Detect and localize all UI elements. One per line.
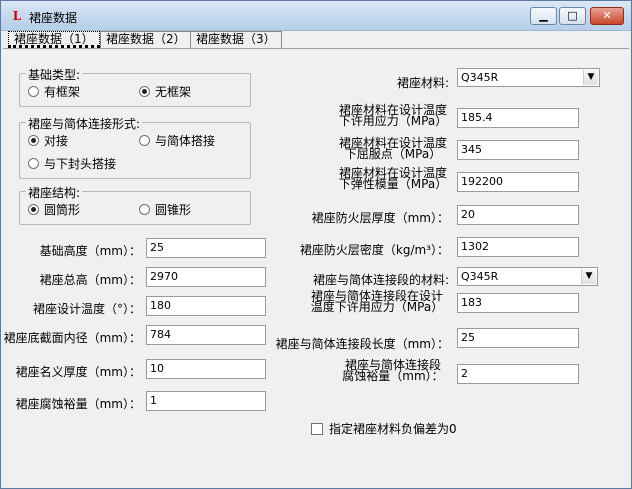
radio-off-icon: [139, 135, 150, 146]
skirt-material-label: 裙座材料:: [396, 76, 449, 90]
radio-lap-head[interactable]: 与下封头搭接: [28, 157, 116, 171]
yield-point-label: 裙座材料在设计温度 下屈服点（MPa）: [338, 136, 447, 161]
foundation-height-input[interactable]: 25: [146, 238, 266, 258]
connection-length-label: 裙座与简体连接段长度（mm）：: [275, 337, 449, 351]
foundation-height-label: 基础高度（mm）：: [39, 244, 141, 258]
elastic-modulus-label: 裙座材料在设计温度 下弹性模量（MPa）: [338, 166, 448, 191]
connection-length-input[interactable]: 25: [457, 328, 579, 348]
yield-point-input[interactable]: 345: [457, 140, 579, 160]
connection-stress-label: 裙座与简体连接段在设计 温度下许用应力（MPa）: [310, 289, 444, 314]
skirt-material-select[interactable]: Q345R ▼: [457, 68, 600, 87]
radio-with-frame[interactable]: 有框架: [28, 85, 80, 99]
maximize-icon: □: [567, 9, 578, 22]
skirt-total-height-label: 裙座总高（mm）：: [39, 273, 141, 287]
radio-off-icon: [28, 158, 39, 169]
fireproof-density-input[interactable]: 1302: [457, 237, 579, 257]
negative-deviation-label: 指定裙座材料负偏差为0: [329, 422, 457, 436]
radio-on-icon: [28, 135, 39, 146]
connection-corrosion-input[interactable]: 2: [457, 364, 579, 384]
app-icon: L: [12, 9, 22, 23]
skirt-bottom-diameter-label: 裙座底截面内径（mm）：: [3, 331, 141, 345]
elastic-modulus-input[interactable]: 192200: [457, 172, 579, 192]
fireproof-thickness-input[interactable]: 20: [457, 205, 579, 225]
connection-corrosion-label: 裙座与简体连接段 腐蚀裕量（mm）：: [342, 358, 444, 383]
radio-lap-shell[interactable]: 与简体搭接: [139, 134, 215, 148]
connection-material-select[interactable]: Q345R ▼: [457, 267, 598, 286]
radio-on-icon: [139, 86, 150, 97]
close-button[interactable]: ✕: [590, 7, 624, 25]
minimize-button[interactable]: ▁: [530, 7, 557, 25]
skirt-nominal-thickness-label: 裙座名义厚度（mm）：: [15, 365, 141, 379]
radio-cylindrical[interactable]: 圆筒形: [28, 203, 80, 217]
radio-on-icon: [28, 204, 39, 215]
skirt-bottom-diameter-input[interactable]: 784: [146, 325, 266, 345]
maximize-button[interactable]: □: [559, 7, 586, 25]
radio-conical[interactable]: 圆锥形: [139, 203, 191, 217]
main-window: L 裙座数据 ▁ □ ✕ 裙座数据（1） 裙座数据（2） 裙座数据（3） 基础类…: [0, 0, 632, 489]
connection-stress-input[interactable]: 183: [457, 293, 579, 313]
close-icon: ✕: [602, 9, 612, 22]
radio-without-frame[interactable]: 无框架: [139, 85, 191, 99]
skirt-structure-legend: 裙座结构:: [26, 184, 83, 201]
fireproof-thickness-label: 裙座防火层厚度（mm）：: [311, 211, 449, 225]
tab-skirt-data-2[interactable]: 裙座数据（2）: [100, 31, 192, 48]
connection-form-legend: 裙座与简体连接形式:: [26, 115, 143, 132]
minimize-icon: ▁: [539, 9, 548, 22]
negative-deviation-checkbox[interactable]: 指定裙座材料负偏差为0: [311, 422, 457, 436]
checkbox-unchecked-icon: [311, 423, 323, 435]
skirt-nominal-thickness-input[interactable]: 10: [146, 359, 266, 379]
chevron-down-icon[interactable]: ▼: [581, 269, 596, 284]
fireproof-density-label: 裙座防火层密度（kg/m³）：: [299, 243, 449, 257]
radio-butt-joint[interactable]: 对接: [28, 134, 68, 148]
skirt-design-temp-input[interactable]: 180: [146, 296, 266, 316]
title-bar[interactable]: L 裙座数据 ▁ □ ✕: [1, 1, 631, 31]
skirt-total-height-input[interactable]: 2970: [146, 267, 266, 287]
skirt-corrosion-input[interactable]: 1: [146, 391, 266, 411]
radio-off-icon: [28, 86, 39, 97]
foundation-type-legend: 基础类型:: [26, 66, 83, 83]
allowable-stress-label: 裙座材料在设计温度 下许用应力（MPa）: [338, 103, 448, 128]
skirt-corrosion-label: 裙座腐蚀裕量（mm）：: [15, 397, 141, 411]
tab-skirt-data-3[interactable]: 裙座数据（3）: [190, 31, 282, 48]
window-title: 裙座数据: [29, 11, 78, 25]
allowable-stress-input[interactable]: 185.4: [457, 108, 579, 128]
chevron-down-icon[interactable]: ▼: [583, 70, 598, 85]
connection-material-label: 裙座与简体连接段的材料:: [312, 273, 449, 287]
radio-off-icon: [139, 204, 150, 215]
skirt-design-temp-label: 裙座设计温度（°）：: [32, 302, 141, 316]
tab-skirt-data-1[interactable]: 裙座数据（1）: [8, 31, 100, 48]
